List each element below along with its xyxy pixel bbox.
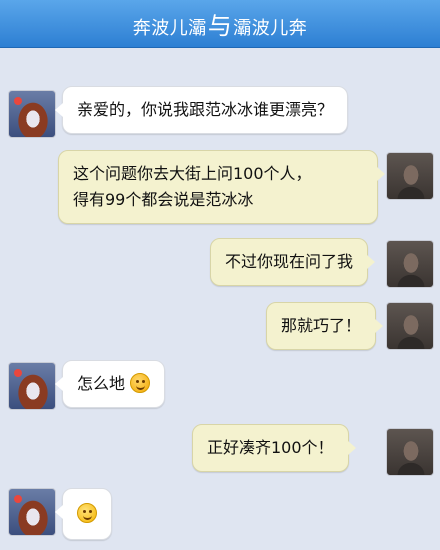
- right-contact-name: 灞波儿奔: [233, 18, 308, 39]
- girl-avatar-icon[interactable]: [8, 90, 56, 138]
- chat-title: 奔波儿灞与灞波儿奔: [133, 6, 308, 41]
- message-bubble-left[interactable]: 怎么地: [54, 360, 166, 408]
- blush-emoji-icon: [130, 373, 151, 393]
- girl-avatar-icon[interactable]: [8, 362, 56, 410]
- message-bubble-left[interactable]: [55, 488, 112, 540]
- message-bubble-right[interactable]: 不过你现在问了我: [210, 238, 376, 286]
- message-text: 那就巧了！: [281, 316, 362, 335]
- smile-emoji-icon: [77, 503, 97, 523]
- chat-header: 奔波儿灞与灞波儿奔: [0, 0, 440, 48]
- message-text: 怎么地: [77, 374, 126, 393]
- title-separator: 与: [207, 12, 233, 40]
- girl-avatar-icon[interactable]: [8, 488, 56, 536]
- man-avatar-icon[interactable]: [386, 428, 434, 476]
- message-text-line: 得有99个都会说是范冰冰: [73, 190, 254, 209]
- message-text: 正好凑齐100个！: [207, 438, 334, 457]
- message-bubble-right[interactable]: 正好凑齐100个！: [192, 424, 356, 472]
- message-bubble-right[interactable]: 那就巧了！: [266, 302, 384, 350]
- message-bubble-right[interactable]: 这个问题你去大街上问100个人， 得有99个都会说是范冰冰: [58, 150, 385, 224]
- man-avatar-icon[interactable]: [386, 152, 434, 200]
- message-text-line: 这个问题你去大街上问100个人，: [73, 164, 312, 183]
- message-bubble-left[interactable]: 亲爱的，你说我跟范冰冰谁更漂亮？: [54, 86, 349, 134]
- message-text: 不过你现在问了我: [225, 252, 354, 271]
- left-contact-name: 奔波儿灞: [132, 18, 207, 39]
- chat-area[interactable]: 亲爱的，你说我跟范冰冰谁更漂亮？ 这个问题你去大街上问100个人， 得有99个都…: [0, 48, 440, 550]
- message-text: 亲爱的，你说我跟范冰冰谁更漂亮？: [77, 100, 334, 119]
- man-avatar-icon[interactable]: [386, 302, 434, 350]
- man-avatar-icon[interactable]: [386, 240, 434, 288]
